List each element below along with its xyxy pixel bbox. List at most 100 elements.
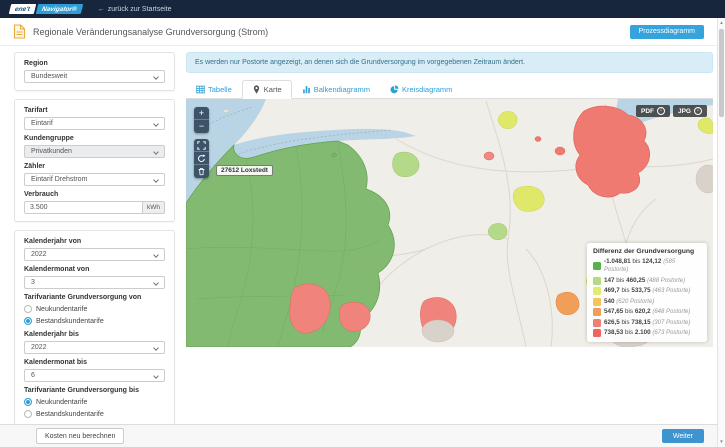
back-link-label: zurück zur Startseite (108, 6, 172, 13)
info-alert: Es werden nur Postorte angezeigt, an den… (186, 52, 713, 73)
tarifvariante-bis-bestandskunden-radio[interactable]: Bestandskundentarife (24, 409, 165, 419)
scrollbar-thumb[interactable] (719, 29, 724, 117)
legend-text: 540 (620 Postorte) (604, 298, 654, 306)
tarifvariante-von-label: Tarifvariante Grundversorgung von (24, 294, 165, 302)
scroll-up-arrow[interactable]: ▲ (718, 19, 725, 27)
legend-swatch (593, 319, 601, 327)
radio-label: Bestandskundentarife (36, 411, 104, 418)
radio-checked-icon (24, 398, 32, 406)
main-content: Es werden nur Postorte angezeigt, an den… (186, 52, 713, 347)
back-arrow-icon: ← (98, 6, 105, 13)
radio-unchecked-icon (24, 305, 32, 313)
reset-icon (197, 154, 206, 163)
radio-label: Neukundentarife (36, 306, 87, 313)
map-region-orange[interactable] (556, 292, 579, 315)
map-tooltip: 27612 Loxstedt (216, 165, 273, 176)
kalendermonat-von-select[interactable]: 3 (24, 276, 165, 289)
export-jpg-button[interactable]: JPG ↓ (673, 105, 707, 117)
tab-label: Balkendiagramm (314, 85, 370, 94)
tarifart-label: Tarifart (24, 107, 165, 115)
radio-checked-icon (24, 317, 32, 325)
legend-text: 147 bis 460,25 (488 Postorte) (604, 277, 685, 285)
period-card: Kalenderjahr von 2022 Kalendermonat von … (14, 230, 175, 427)
legend-swatch (593, 277, 601, 285)
tariff-card: Tarifart Eintarif Kundengruppe Privatkun… (14, 99, 175, 222)
scroll-down-arrow[interactable]: ▼ (718, 438, 725, 446)
region-label: Region (24, 60, 165, 68)
recalculate-button[interactable]: Kosten neu berechnen (36, 428, 124, 444)
export-pdf-button[interactable]: PDF ↓ (636, 105, 670, 117)
radio-label: Neukundentarife (36, 399, 87, 406)
radio-unchecked-icon (24, 410, 32, 418)
legend-swatch (593, 329, 601, 337)
tab-label: Karte (264, 85, 282, 94)
legend-item: -1.048,81 bis 124,12 (585 Postorte) (593, 258, 701, 274)
map-panel: + − PDF (186, 99, 713, 347)
next-button[interactable]: Weiter (662, 429, 704, 443)
legend-swatch (593, 308, 601, 316)
kalendermonat-bis-label: Kalendermonat bis (24, 359, 165, 367)
tab-karte[interactable]: Karte (242, 80, 292, 99)
tab-label: Kreisdiagramm (402, 85, 452, 94)
tarifvariante-von-bestandskunden-radio[interactable]: Bestandskundentarife (24, 316, 165, 326)
page-title: Regionale Veränderungsanalyse Grundverso… (33, 27, 268, 37)
kalendermonat-bis-select[interactable]: 6 (24, 369, 165, 382)
fullscreen-icon (197, 141, 206, 150)
export-jpg-label: JPG (678, 108, 691, 115)
radio-label: Bestandskundentarife (36, 318, 104, 325)
region-select[interactable]: Bundesweit (24, 70, 165, 83)
verbrauch-unit-addon: kWh (143, 201, 165, 214)
tarifvariante-bis-neukunden-radio[interactable]: Neukundentarife (24, 397, 165, 407)
verbrauch-input[interactable] (24, 201, 143, 214)
zoom-out-button[interactable]: − (194, 120, 209, 133)
kundengruppe-label: Kundengruppe (24, 135, 165, 143)
kalenderjahr-von-select[interactable]: 2022 (24, 248, 165, 261)
tab-tabelle[interactable]: Tabelle (186, 80, 242, 99)
bar-chart-icon (302, 85, 311, 94)
reset-view-button[interactable] (194, 152, 209, 165)
map-tool-controls (194, 139, 209, 178)
vertical-scrollbar[interactable]: ▲ ▼ (717, 18, 725, 447)
tab-balkendiagramm[interactable]: Balkendiagramm (292, 80, 380, 99)
legend-text: 469,7 bis 533,75 (463 Postorte) (604, 287, 690, 295)
zaehler-select[interactable]: Eintarif Drehstrom (24, 173, 165, 186)
legend-item: 738,53 bis 2.100 (673 Postorte) (593, 329, 701, 337)
pie-chart-icon (390, 85, 399, 94)
map-legend: Differenz der Grundversorgung -1.048,81 … (587, 243, 707, 342)
kundengruppe-select[interactable]: Privatkunden (24, 145, 165, 158)
map-pin-icon (252, 85, 261, 94)
back-to-start-link[interactable]: ← zurück zur Startseite (98, 6, 172, 13)
app-logo[interactable]: ene't Navigator® (10, 4, 82, 14)
zoom-in-button[interactable]: + (194, 107, 209, 120)
trash-icon (197, 167, 206, 176)
filter-sidebar: Region Bundesweit Tarifart Eintarif Kund… (14, 52, 175, 435)
table-icon (196, 85, 205, 94)
kalenderjahr-bis-select[interactable]: 2022 (24, 341, 165, 354)
process-diagram-button[interactable]: Prozessdiagramm (630, 25, 704, 39)
tarifvariante-bis-label: Tarifvariante Grundversorgung bis (24, 387, 165, 395)
fullscreen-button[interactable] (194, 139, 209, 152)
legend-item: 469,7 bis 533,75 (463 Postorte) (593, 287, 701, 295)
map-zoom-controls: + − (194, 107, 209, 133)
legend-swatch (593, 262, 601, 270)
tab-label: Tabelle (208, 85, 232, 94)
download-icon: ↓ (657, 107, 665, 115)
kalendermonat-von-label: Kalendermonat von (24, 266, 165, 274)
legend-swatch (593, 287, 601, 295)
kalenderjahr-bis-label: Kalenderjahr bis (24, 331, 165, 339)
tab-kreisdiagramm[interactable]: Kreisdiagramm (380, 80, 462, 99)
legend-text: -1.048,81 bis 124,12 (585 Postorte) (604, 258, 701, 274)
page-header: Regionale Veränderungsanalyse Grundverso… (0, 18, 717, 46)
legend-item: 147 bis 460,25 (488 Postorte) (593, 277, 701, 285)
tarifart-select[interactable]: Eintarif (24, 117, 165, 130)
legend-text: 738,53 bis 2.100 (673 Postorte) (604, 329, 690, 337)
tarifvariante-von-neukunden-radio[interactable]: Neukundentarife (24, 304, 165, 314)
logo-enet: ene't (9, 4, 36, 14)
delete-button[interactable] (194, 165, 209, 178)
legend-item: 540 (620 Postorte) (593, 298, 701, 306)
view-tabs: Tabelle Karte Balkendiagramm Kreisdiagra… (186, 80, 713, 99)
download-icon: ↓ (694, 107, 702, 115)
document-icon (13, 24, 26, 39)
legend-swatch (593, 298, 601, 306)
legend-text: 626,5 bis 738,15 (307 Postorte) (604, 319, 690, 327)
